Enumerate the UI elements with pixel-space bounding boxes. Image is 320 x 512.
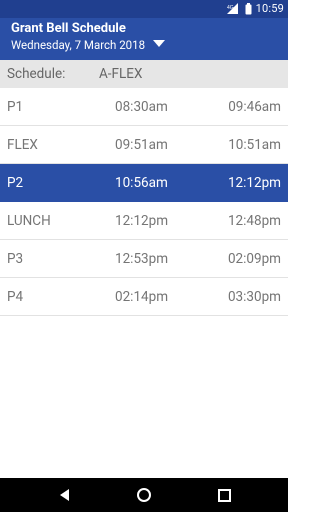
home-icon xyxy=(137,488,151,502)
period-name: P3 xyxy=(7,251,24,267)
app-title: Grant Bell Schedule xyxy=(11,21,126,36)
period-end: 02:09pm xyxy=(227,251,281,267)
period-start: 10:56am xyxy=(115,175,168,191)
period-list: P1 08:30am 09:46am FLEX 09:51am 10:51am … xyxy=(0,88,288,316)
period-start: 12:53pm xyxy=(115,251,169,267)
back-icon xyxy=(59,489,69,501)
period-end: 10:51am xyxy=(228,137,281,153)
status-bar: 4G 10:59 xyxy=(0,0,288,18)
period-end: 12:12pm xyxy=(227,175,281,191)
period-end: 12:48pm xyxy=(227,213,281,229)
period-row-p1[interactable]: P1 08:30am 09:46am xyxy=(0,88,288,126)
status-time: 10:59 xyxy=(255,2,284,15)
period-start: 12:12pm xyxy=(115,213,169,229)
status-icons: 4G 10:59 xyxy=(226,2,284,15)
period-name: P1 xyxy=(7,99,24,115)
period-start: 08:30am xyxy=(115,99,168,115)
period-row-p3[interactable]: P3 12:53pm 02:09pm xyxy=(0,240,288,278)
period-name: P4 xyxy=(7,289,24,305)
signal-label: 4G xyxy=(227,5,234,11)
app-bar: Grant Bell Schedule Wednesday, 7 March 2… xyxy=(0,18,288,60)
period-row-flex[interactable]: FLEX 09:51am 10:51am xyxy=(0,126,288,164)
recents-button[interactable] xyxy=(194,478,254,512)
signal-icon: 4G xyxy=(226,3,238,14)
schedule-bar: Schedule: A-FLEX xyxy=(0,60,288,88)
schedule-value: A-FLEX xyxy=(99,66,143,82)
period-start: 02:14pm xyxy=(115,289,169,305)
home-button[interactable] xyxy=(114,478,174,512)
navigation-bar xyxy=(0,478,288,512)
period-end: 09:46am xyxy=(228,99,281,115)
dropdown-arrow-icon[interactable] xyxy=(153,40,165,47)
period-row-p4[interactable]: P4 02:14pm 03:30pm xyxy=(0,278,288,316)
schedule-label: Schedule: xyxy=(7,66,66,82)
period-end: 03:30pm xyxy=(227,289,281,305)
period-row-lunch[interactable]: LUNCH 12:12pm 12:48pm xyxy=(0,202,288,240)
period-row-p2[interactable]: P2 10:56am 12:12pm xyxy=(0,164,288,202)
period-start: 09:51am xyxy=(115,137,168,153)
date-label: Wednesday, 7 March 2018 xyxy=(11,38,146,52)
back-button[interactable] xyxy=(34,478,94,512)
period-name: FLEX xyxy=(7,137,38,153)
recents-icon xyxy=(217,488,231,502)
period-name: LUNCH xyxy=(7,213,51,229)
battery-icon xyxy=(245,2,252,14)
period-name: P2 xyxy=(7,175,24,191)
